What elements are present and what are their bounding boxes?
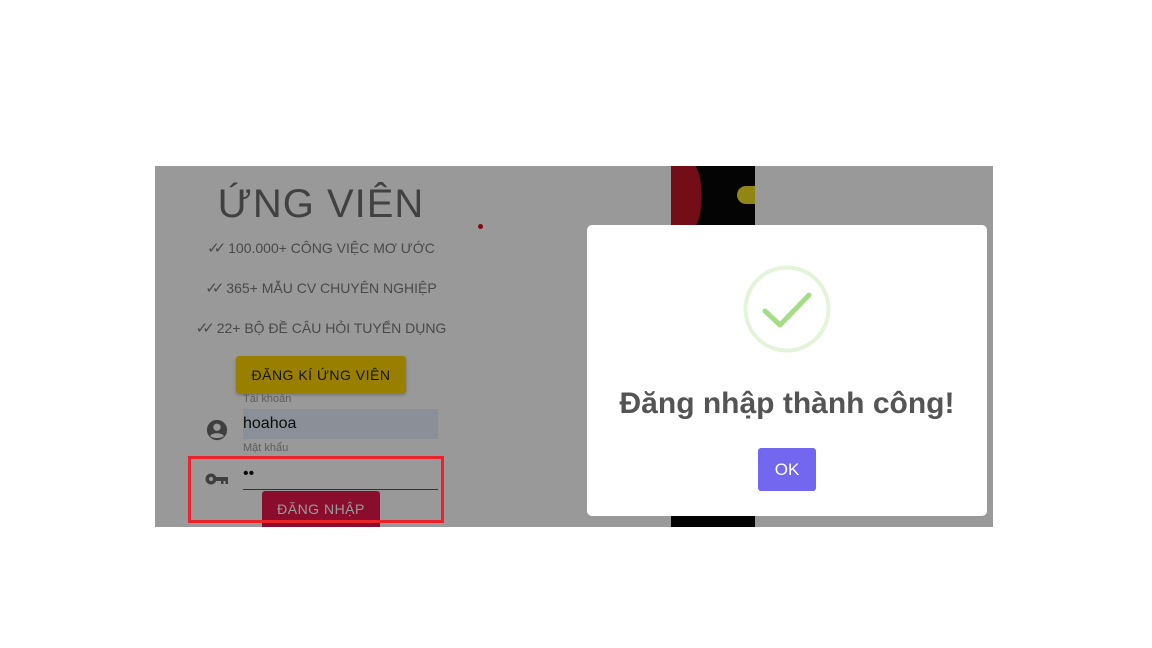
ok-button[interactable]: OK [758, 448, 816, 491]
dialog-title: Đăng nhập thành công! [619, 387, 955, 420]
success-dialog: Đăng nhập thành công! OK [587, 225, 987, 516]
success-check-icon [743, 265, 831, 353]
highlight-box [188, 456, 444, 523]
